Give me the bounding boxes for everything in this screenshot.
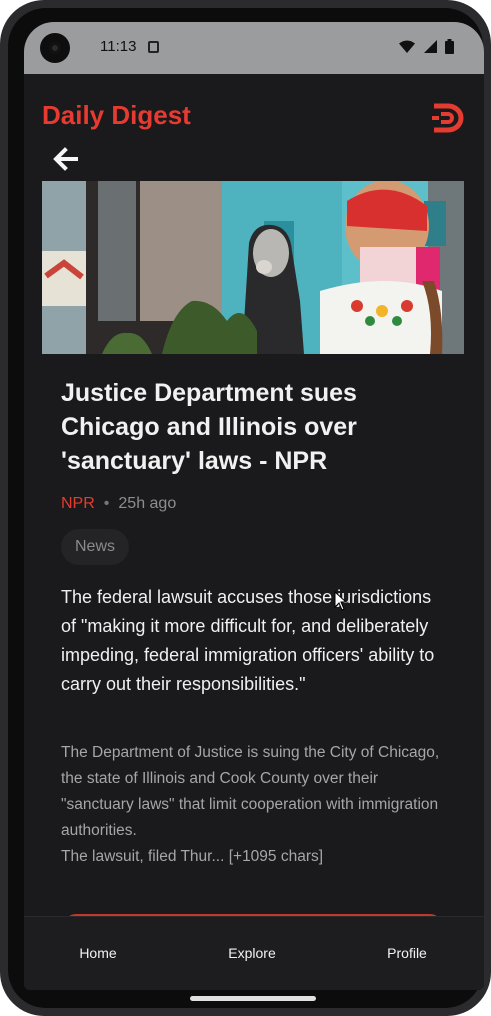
article-detail-screen: Daily Digest Justice Department sues Chi…: [24, 74, 484, 990]
wifi-icon: [399, 40, 416, 54]
article-age: 25h ago: [118, 495, 177, 512]
article-title: Justice Department sues Chicago and Illi…: [61, 379, 357, 475]
status-time: 11:13: [100, 38, 137, 55]
battery-icon: [445, 39, 454, 55]
article-lede: The federal lawsuit accuses those jurisd…: [61, 587, 435, 694]
category-chip[interactable]: News: [61, 529, 130, 565]
article-meta: NPR • 25h ago: [61, 495, 176, 513]
nav-home[interactable]: Home: [38, 945, 158, 961]
mouse-cursor-icon: [334, 591, 348, 611]
meta-separator: •: [103, 495, 110, 512]
nav-profile[interactable]: Profile: [347, 945, 467, 961]
bottom-navigation: Home Explore Profile: [24, 916, 484, 990]
phone-screen: 11:13 Daily Digest Justice Department su…: [24, 22, 484, 990]
status-icons: [395, 38, 454, 56]
app-title: Daily Digest: [42, 100, 191, 130]
home-gesture-bar[interactable]: [190, 996, 316, 1001]
article-hero-image: [42, 181, 464, 354]
article-body-truncated: The lawsuit, filed Thur... [+1095 chars]: [61, 848, 324, 865]
status-bar: 11:13: [24, 22, 484, 74]
device-frame: 11:13 Daily Digest Justice Department su…: [0, 0, 491, 1016]
daily-digest-logo-icon[interactable]: [432, 102, 466, 134]
article-body-paragraph: The Department of Justice is suing the C…: [61, 744, 440, 839]
back-arrow-icon[interactable]: [52, 146, 78, 172]
nav-explore[interactable]: Explore: [192, 945, 312, 961]
front-camera: [40, 33, 70, 63]
article-source[interactable]: NPR: [61, 495, 95, 512]
sim-icon: [148, 41, 159, 53]
signal-icon: [423, 40, 437, 54]
article-body: The Department of Justice is suing the C…: [61, 740, 453, 870]
